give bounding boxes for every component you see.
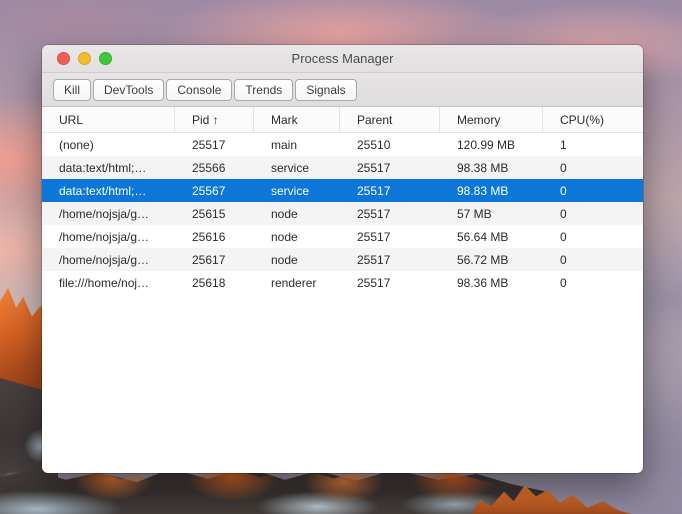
column-header-url[interactable]: URL [42, 107, 175, 132]
table-row[interactable]: data:text/html;… 25566 service 25517 98.38 M… [42, 156, 643, 179]
pid-cell: 25517 [192, 137, 226, 152]
mark-cell: main [271, 137, 298, 152]
traffic-lights [57, 45, 112, 72]
parent-cell: 25517 [357, 183, 391, 198]
table-row[interactable]: /home/nojsja/g… 25615 node 25517 57 MB 0 [42, 202, 643, 225]
zoom-button[interactable] [99, 52, 112, 65]
memory-cell: 98.83 MB [457, 183, 509, 198]
toolbar-button-kill[interactable]: Kill [53, 78, 92, 101]
process-table: URL Pid ↑ Mark Parent Memory CPU(%) (none) 255… [42, 107, 643, 294]
cpu-cell: 0 [560, 252, 567, 267]
column-header-cpu[interactable]: CPU(%) [543, 107, 643, 132]
column-header-parent[interactable]: Parent [340, 107, 440, 132]
memory-cell: 57 MB [457, 206, 492, 221]
pid-cell: 25617 [192, 252, 226, 267]
url-cell: data:text/html;… [59, 160, 147, 175]
pid-cell: 25566 [192, 160, 226, 175]
mark-cell: renderer [271, 275, 317, 290]
cpu-cell: 0 [560, 206, 567, 221]
toolbar-button-trends[interactable]: Trends [234, 78, 294, 101]
mark-cell: service [271, 183, 310, 198]
toolbar-button-signals[interactable]: Signals [295, 78, 357, 101]
window-titlebar[interactable]: Process Manager [42, 45, 643, 73]
memory-cell: 56.72 MB [457, 252, 509, 267]
pid-cell: 25567 [192, 183, 226, 198]
mark-cell: node [271, 229, 298, 244]
toolbar-button-console[interactable]: Console [166, 78, 233, 101]
window-title: Process Manager [291, 51, 394, 66]
cpu-cell: 0 [560, 160, 567, 175]
mark-cell: node [271, 252, 298, 267]
mark-cell: service [271, 160, 310, 175]
mark-cell: node [271, 206, 298, 221]
memory-cell: 98.36 MB [457, 275, 509, 290]
memory-cell: 98.38 MB [457, 160, 509, 175]
column-header-pid[interactable]: Pid ↑ [175, 107, 254, 132]
url-cell: /home/nojsja/g… [59, 252, 150, 267]
parent-cell: 25517 [357, 229, 391, 244]
close-button[interactable] [57, 52, 70, 65]
pid-cell: 25615 [192, 206, 226, 221]
url-cell: (none) [59, 137, 94, 152]
column-header-memory[interactable]: Memory [440, 107, 543, 132]
cpu-cell: 1 [560, 137, 567, 152]
minimize-button[interactable] [78, 52, 91, 65]
table-row[interactable]: data:text/html;… 25567 service 25517 98.83 M… [42, 179, 643, 202]
memory-cell: 120.99 MB [457, 137, 516, 152]
parent-cell: 25517 [357, 252, 391, 267]
parent-cell: 25517 [357, 160, 391, 175]
toolbar-button-devtools[interactable]: DevTools [93, 78, 165, 101]
table-body: (none) 25517 main 25510 120.99 MB 1 data:text/… [42, 133, 643, 294]
memory-cell: 56.64 MB [457, 229, 509, 244]
cpu-cell: 0 [560, 275, 567, 290]
toolbar: Kill DevTools Console Trends Signals [42, 73, 643, 107]
column-header-mark[interactable]: Mark [254, 107, 340, 132]
table-row[interactable]: file:///home/noj… 25618 renderer 25517 98.36… [42, 271, 643, 294]
url-cell: file:///home/noj… [59, 275, 150, 290]
parent-cell: 25517 [357, 275, 391, 290]
url-cell: data:text/html;… [59, 183, 147, 198]
process-manager-window: Process Manager Kill DevTools Console Trend… [42, 45, 643, 473]
parent-cell: 25510 [357, 137, 391, 152]
table-row[interactable]: (none) 25517 main 25510 120.99 MB 1 [42, 133, 643, 156]
table-row[interactable]: /home/nojsja/g… 25616 node 25517 56.64 MB 0 [42, 225, 643, 248]
url-cell: /home/nojsja/g… [59, 229, 150, 244]
pid-cell: 25616 [192, 229, 226, 244]
url-cell: /home/nojsja/g… [59, 206, 150, 221]
table-row[interactable]: /home/nojsja/g… 25617 node 25517 56.72 MB 0 [42, 248, 643, 271]
pid-cell: 25618 [192, 275, 226, 290]
parent-cell: 25517 [357, 206, 391, 221]
table-header: URL Pid ↑ Mark Parent Memory CPU(%) [42, 107, 643, 133]
cpu-cell: 0 [560, 183, 567, 198]
cpu-cell: 0 [560, 229, 567, 244]
